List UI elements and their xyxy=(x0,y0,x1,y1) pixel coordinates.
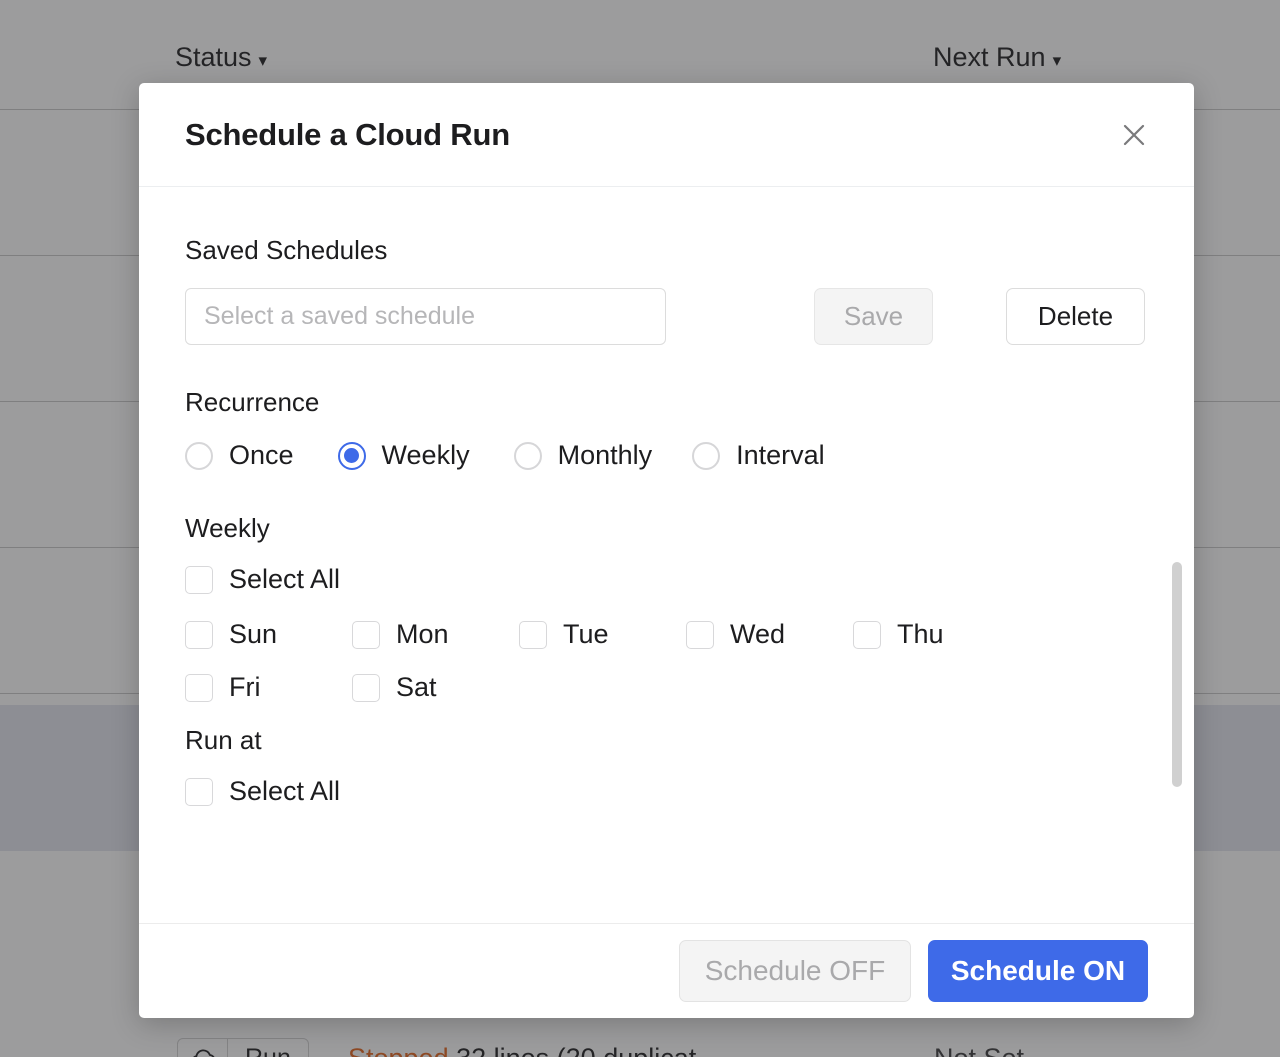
radio-interval-label: Interval xyxy=(736,440,825,470)
weekly-days-row-1: Sun Mon Tue Wed Thu xyxy=(185,619,1148,650)
schedule-off-button[interactable]: Schedule OFF xyxy=(679,940,911,1002)
day-checkbox-mon[interactable]: Mon xyxy=(352,619,519,650)
day-checkbox-wed[interactable]: Wed xyxy=(686,619,853,650)
schedule-on-button[interactable]: Schedule ON xyxy=(928,940,1148,1002)
weekly-select-all-label: Select All xyxy=(229,564,341,594)
saved-schedules-row: Save Delete xyxy=(185,288,1148,345)
checkbox-icon xyxy=(686,620,714,649)
run-at-section-label: Run at xyxy=(185,725,262,755)
day-label-mon: Mon xyxy=(396,619,449,649)
radio-circle-icon xyxy=(337,441,366,470)
scrollbar-thumb[interactable] xyxy=(1172,562,1182,787)
day-checkbox-fri[interactable]: Fri xyxy=(185,672,352,703)
weekly-section-label: Weekly xyxy=(185,513,270,543)
day-label-thu: Thu xyxy=(897,619,944,649)
checkbox-icon xyxy=(352,620,380,649)
run-at-select-all-checkbox[interactable]: Select All xyxy=(185,776,340,807)
radio-circle-icon xyxy=(692,441,721,470)
recurrence-label: Recurrence xyxy=(185,387,320,417)
day-checkbox-thu[interactable]: Thu xyxy=(853,619,1020,650)
day-label-wed: Wed xyxy=(730,619,786,649)
checkbox-icon xyxy=(185,673,213,702)
day-label-tue: Tue xyxy=(563,619,609,649)
weekly-days-row-2: Fri Sat xyxy=(185,672,1148,703)
day-label-sat: Sat xyxy=(396,672,437,702)
day-label-fri: Fri xyxy=(229,672,261,702)
checkbox-icon xyxy=(352,673,380,702)
checkbox-icon xyxy=(519,620,547,649)
dialog-footer: Schedule OFF Schedule ON xyxy=(139,923,1194,1018)
schedule-cloud-run-dialog: Schedule a Cloud Run Saved Schedules Sav… xyxy=(139,83,1194,1018)
day-label-sun: Sun xyxy=(229,619,278,649)
radio-monthly[interactable]: Monthly xyxy=(513,440,653,471)
dialog-header: Schedule a Cloud Run xyxy=(139,83,1194,187)
weekly-select-all-checkbox[interactable]: Select All xyxy=(185,564,340,595)
checkbox-icon xyxy=(185,565,213,594)
day-checkbox-sun[interactable]: Sun xyxy=(185,619,352,650)
recurrence-radio-group: Once Weekly Monthly Interval xyxy=(185,440,1148,471)
radio-weekly-label: Weekly xyxy=(381,440,470,470)
radio-interval[interactable]: Interval xyxy=(692,440,825,471)
day-checkbox-sat[interactable]: Sat xyxy=(352,672,519,703)
delete-button[interactable]: Delete xyxy=(1006,288,1145,345)
saved-schedules-label: Saved Schedules xyxy=(185,235,388,265)
dialog-body: Saved Schedules Save Delete Recurrence O… xyxy=(139,187,1194,923)
radio-once-label: Once xyxy=(229,440,294,470)
radio-circle-icon xyxy=(185,441,213,470)
saved-schedule-select[interactable] xyxy=(185,288,666,345)
radio-weekly[interactable]: Weekly xyxy=(337,440,470,471)
radio-circle-icon xyxy=(513,441,542,470)
save-button[interactable]: Save xyxy=(814,288,933,345)
day-checkbox-tue[interactable]: Tue xyxy=(519,619,686,650)
radio-once[interactable]: Once xyxy=(185,440,294,471)
run-at-select-all-label: Select All xyxy=(229,776,341,806)
dialog-scrollbar[interactable] xyxy=(1172,562,1182,787)
radio-monthly-label: Monthly xyxy=(557,440,653,470)
dialog-title: Schedule a Cloud Run xyxy=(185,116,510,152)
checkbox-icon xyxy=(185,777,213,806)
checkbox-icon xyxy=(853,620,881,649)
checkbox-icon xyxy=(185,620,213,649)
close-icon[interactable] xyxy=(1114,115,1154,155)
